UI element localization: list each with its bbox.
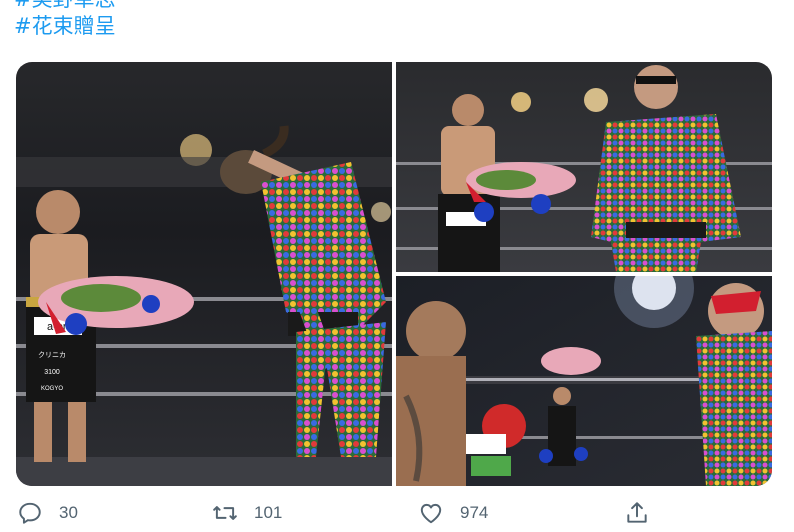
tweet-actions: 30 101 974 <box>0 500 794 532</box>
photo-2-image <box>396 62 772 272</box>
retweet-button[interactable]: 101 <box>212 500 282 526</box>
heart-icon <box>420 503 442 524</box>
photo-1-image: a-on クリニカ 3100 KOGYO <box>16 62 392 486</box>
share-button[interactable] <box>624 500 666 526</box>
reply-icon <box>19 502 41 524</box>
photo-bouquet-presentation[interactable]: a-on クリニカ 3100 KOGYO <box>16 62 392 486</box>
like-count: 974 <box>460 503 489 522</box>
sponsor-text: 3100 <box>44 369 60 376</box>
sponsor-text: クリニカ <box>38 351 66 359</box>
media-grid: a-on クリニカ 3100 KOGYO <box>16 62 772 486</box>
hashtag-link[interactable]: #美野草志 <box>14 0 116 12</box>
retweet-icon <box>213 506 237 520</box>
retweet-count: 101 <box>254 503 283 522</box>
reply-count: 30 <box>59 503 78 522</box>
photo-ringside-closeup[interactable] <box>396 276 772 486</box>
like-button[interactable]: 974 <box>418 500 488 526</box>
photo-3-image <box>396 276 772 486</box>
reply-button[interactable]: 30 <box>17 500 78 526</box>
hashtag-link[interactable]: #花束贈呈 <box>14 13 116 39</box>
share-icon <box>627 502 647 523</box>
photo-boxer-with-bouquet[interactable] <box>396 62 772 272</box>
sponsor-text: KOGYO <box>41 386 63 392</box>
